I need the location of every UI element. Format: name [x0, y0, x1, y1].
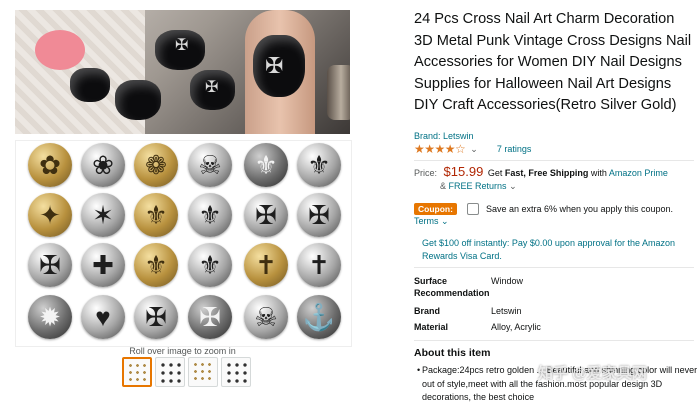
spec-key: Brand	[414, 306, 441, 316]
thumbnail-4[interactable]	[221, 357, 251, 387]
ring	[327, 65, 350, 120]
returns-row: & FREE Returns ⌄	[440, 181, 517, 192]
product-title: 24 Pcs Cross Nail Art Charm Decoration 3…	[414, 11, 692, 113]
spec-value: Alloy, Acrylic	[491, 322, 541, 332]
bullet-icon: •	[417, 365, 421, 375]
fleur-de-lis-icon: ⚜	[134, 193, 178, 237]
star-rating-icon[interactable]: ★★★★☆	[414, 142, 466, 156]
cross-charm-icon: ✠	[28, 243, 72, 287]
flower-charm-icon: ❀	[81, 143, 125, 187]
rating-count-link[interactable]: 7 ratings	[497, 144, 532, 154]
price-value: $15.99	[443, 164, 484, 179]
zoom-hint: Roll over image to zoom in	[129, 346, 236, 356]
chevron-down-icon[interactable]: ⌄	[509, 181, 517, 191]
star-charm-icon: ✦	[28, 193, 72, 237]
cross-charm-icon: ✝	[297, 243, 341, 287]
anchor-charm-icon: ⚓	[297, 295, 341, 339]
coupon-row: Coupon: Save an extra 6% when you apply …	[414, 202, 673, 216]
flower-charm-icon: ✿	[28, 143, 72, 187]
spec-key: Surface Recommendation	[414, 276, 490, 298]
chevron-down-icon[interactable]: ⌄	[470, 144, 478, 155]
price-label: Price:	[414, 168, 438, 178]
cross-charm-icon: ✝	[244, 243, 288, 287]
charm-grid-image[interactable]: ✿ ❀ ❁ ☠ ⚜ ⚜ ✦ ✶ ⚜ ⚜ ✠ ✠ ✠ ✚ ⚜ ⚜ ✝ ✝ ✹ ♥ …	[15, 140, 352, 347]
divider	[414, 340, 694, 341]
fleur-de-lis-icon: ⚜	[134, 243, 178, 287]
cross-charm-icon: ✠	[175, 37, 189, 54]
thumbnail-2[interactable]	[155, 357, 185, 387]
price-row: Price: $15.99 Get Fast, Free Shipping wi…	[414, 164, 668, 179]
cross-charm-icon: ✠	[205, 79, 219, 96]
cross-charm-icon: ✠	[244, 193, 288, 237]
main-product-image[interactable]: ✠ ✠ ✠	[15, 10, 350, 134]
get-text: Get	[487, 168, 503, 178]
rewards-card-promo-link[interactable]: Get $100 off instantly: Pay $0.00 upon a…	[422, 237, 692, 263]
brand-link[interactable]: Brand: Letswin	[414, 131, 474, 141]
watermark: 知乎 @爱家具网	[538, 365, 647, 382]
heart-charm-icon: ♥	[81, 295, 125, 339]
cross-charm-icon: ✠	[265, 53, 284, 78]
spec-key: Material	[414, 322, 449, 332]
fleur-de-lis-icon: ⚜	[188, 243, 232, 287]
coupon-badge: Coupon:	[414, 203, 457, 215]
coupon-checkbox[interactable]	[466, 203, 479, 215]
cross-charm-icon: ✠	[134, 295, 178, 339]
divider	[414, 267, 694, 268]
fleur-de-lis-shield-icon: ⚜	[244, 143, 288, 187]
coupon-terms[interactable]: Terms ⌄	[414, 216, 449, 227]
cross-charm-icon: ✠	[188, 295, 232, 339]
fast-free-shipping: Fast, Free Shipping	[504, 168, 589, 178]
about-heading: About this item	[414, 347, 491, 359]
cross-charm-icon: ✚	[81, 243, 125, 287]
black-nail	[70, 68, 110, 102]
spec-value: Letswin	[491, 306, 522, 316]
divider	[414, 160, 694, 161]
rose-charm-icon: ❁	[134, 143, 178, 187]
rating-row: ★★★★☆ ⌄ 7 ratings	[414, 142, 531, 156]
pink-nail-detail	[35, 30, 85, 70]
spec-value: Window	[491, 276, 524, 286]
fleur-de-lis-shield-icon: ⚜	[297, 143, 341, 187]
skull-charm-icon: ☠	[244, 295, 288, 339]
free-returns-link[interactable]: FREE Returns	[449, 181, 507, 191]
thumbnail-3[interactable]	[188, 357, 218, 387]
amazon-prime-link[interactable]: Amazon Prime	[609, 168, 668, 178]
round-charm-icon: ✹	[28, 295, 72, 339]
black-nail	[115, 80, 161, 120]
cross-charm-icon: ✠	[297, 193, 341, 237]
fleur-de-lis-icon: ⚜	[188, 193, 232, 237]
terms-link[interactable]: Terms	[414, 216, 439, 226]
ampersand: &	[440, 181, 447, 191]
with-text: with	[590, 168, 607, 178]
star-charm-icon: ✶	[81, 193, 125, 237]
thumbnail-1[interactable]	[122, 357, 152, 387]
coupon-text: Save an extra 6% when you apply this cou…	[485, 204, 674, 214]
skull-charm-icon: ☠	[188, 143, 232, 187]
chevron-down-icon[interactable]: ⌄	[441, 216, 449, 226]
